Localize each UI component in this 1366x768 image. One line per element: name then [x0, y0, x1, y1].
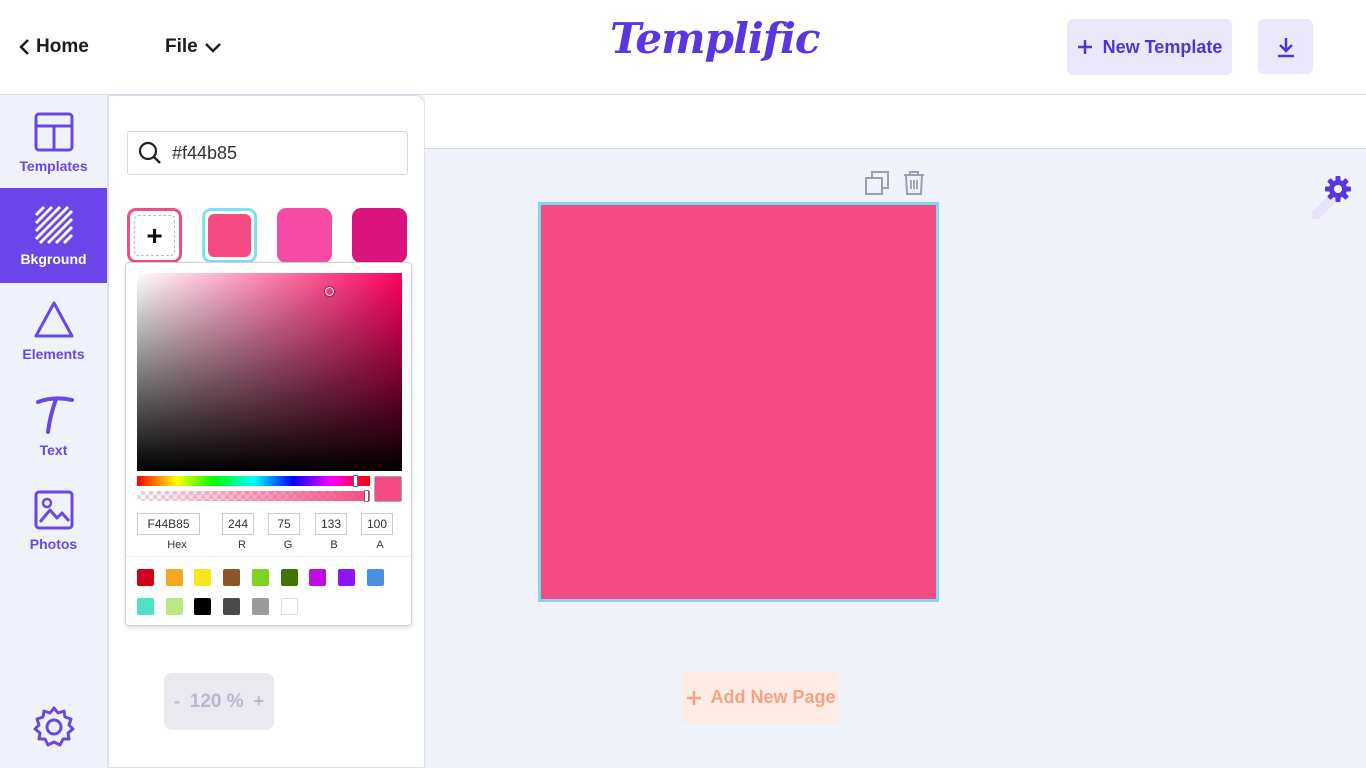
left-sidebar: Templates Bkground Elements Text Photos	[0, 95, 108, 768]
alpha-gradient	[137, 491, 370, 501]
sidebar-item-label: Text	[39, 441, 68, 458]
image-icon	[34, 490, 73, 529]
saturation-cursor[interactable]	[325, 287, 334, 296]
color-search[interactable]	[127, 131, 408, 175]
add-new-page-button[interactable]: Add New Page	[683, 671, 839, 724]
preset-color-swatch[interactable]	[165, 598, 183, 615]
alpha-handle[interactable]	[364, 490, 369, 502]
g-label: G	[283, 539, 293, 551]
sidebar-item-label: Elements	[22, 345, 85, 362]
triangle-icon	[34, 301, 73, 337]
preset-color-swatch[interactable]	[223, 569, 241, 586]
page-settings-gear-icon[interactable]	[1311, 175, 1356, 224]
new-template-label: New Template	[1102, 36, 1223, 57]
plus-icon: +	[134, 215, 175, 256]
plus-icon	[687, 690, 702, 705]
zoom-level: 120 %	[189, 690, 244, 712]
add-color-button[interactable]: +	[127, 208, 182, 263]
preset-color-swatch[interactable]	[251, 569, 269, 586]
preset-color-swatch[interactable]	[280, 598, 298, 615]
sidebar-item-background[interactable]: Bkground	[0, 188, 107, 283]
canvas-page[interactable]	[538, 202, 939, 602]
b-input[interactable]	[315, 513, 347, 535]
swatch-fill	[208, 214, 251, 257]
preset-color-swatch[interactable]	[194, 598, 212, 615]
chevron-down-icon	[204, 43, 221, 53]
file-menu[interactable]: File	[165, 36, 222, 58]
current-color-preview	[374, 476, 402, 502]
zoom-in-button[interactable]: +	[253, 691, 264, 712]
color-search-input[interactable]	[172, 142, 392, 164]
home-label: Home	[36, 36, 89, 57]
sidebar-item-photos[interactable]: Photos	[0, 473, 107, 568]
sidebar-item-label: Photos	[29, 535, 78, 552]
color-picker: Hex R G B A	[125, 262, 412, 626]
delete-page-icon[interactable]	[902, 170, 926, 201]
divider	[126, 556, 411, 557]
preset-color-swatch[interactable]	[366, 569, 384, 586]
preset-color-swatch[interactable]	[137, 598, 154, 615]
r-label: R	[238, 539, 246, 551]
sidebar-item-templates[interactable]: Templates	[0, 95, 107, 190]
layout-icon	[34, 112, 73, 151]
download-button[interactable]	[1258, 19, 1313, 74]
sidebar-item-text[interactable]: Text	[0, 378, 107, 473]
background-stripes-icon	[34, 205, 73, 244]
context-toolbar	[425, 95, 1366, 149]
color-swatch-selected[interactable]	[202, 208, 257, 263]
a-input[interactable]	[361, 513, 393, 535]
top-bar: Home File Templific New Template	[0, 0, 1366, 95]
logo[interactable]: Templific	[610, 14, 820, 63]
preset-color-swatch[interactable]	[223, 598, 241, 615]
g-input[interactable]	[268, 513, 300, 535]
sidebar-item-label: Templates	[19, 157, 88, 174]
home-button[interactable]: Home	[18, 36, 89, 58]
new-template-button[interactable]: New Template	[1067, 19, 1232, 75]
hue-slider[interactable]	[137, 475, 370, 487]
sidebar-item-label: Bkground	[20, 250, 87, 267]
color-swatch[interactable]	[277, 208, 332, 263]
alpha-slider[interactable]	[137, 490, 370, 502]
preset-color-swatch[interactable]	[251, 598, 269, 615]
preset-color-swatch[interactable]	[165, 569, 183, 586]
add-new-page-label: Add New Page	[710, 687, 836, 707]
preset-color-swatch[interactable]	[194, 569, 212, 586]
a-label: A	[376, 539, 384, 551]
text-t-icon	[35, 395, 74, 434]
saturation-area[interactable]	[137, 273, 402, 471]
download-icon	[1277, 37, 1294, 57]
settings-gear-icon[interactable]	[32, 705, 76, 754]
color-swatch[interactable]	[352, 208, 407, 263]
preset-color-swatch[interactable]	[137, 569, 154, 586]
preset-color-swatch[interactable]	[337, 569, 355, 586]
hue-handle[interactable]	[353, 475, 358, 487]
file-label: File	[165, 36, 198, 57]
plus-icon	[1077, 40, 1092, 54]
zoom-control: - 120 % +	[164, 673, 274, 730]
preset-color-swatch[interactable]	[280, 569, 298, 586]
r-input[interactable]	[222, 513, 254, 535]
preset-color-swatch[interactable]	[309, 569, 327, 586]
chevron-left-icon	[19, 39, 29, 55]
search-icon	[138, 141, 161, 164]
sidebar-item-elements[interactable]: Elements	[0, 283, 107, 378]
duplicate-page-icon[interactable]	[864, 170, 890, 201]
hex-label: Hex	[167, 539, 187, 551]
zoom-out-button[interactable]: -	[174, 691, 180, 712]
b-label: B	[330, 539, 338, 551]
hex-input[interactable]	[137, 513, 200, 535]
